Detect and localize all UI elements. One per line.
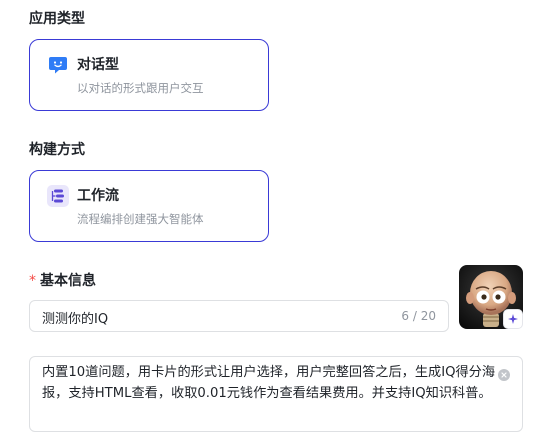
app-name-value: 测测你的IQ bbox=[42, 312, 109, 327]
app-description-textarea[interactable]: 内置10道问题，用卡片的形式让用户选择，用户完整回答之后，生成IQ得分海报，支持… bbox=[29, 356, 523, 432]
create-app-form: 应用类型 对话型 以对话的形式跟用户交互 构建方式 工作流 流程编排创建强大智能… bbox=[0, 0, 543, 438]
app-description-value: 内置10道问题，用卡片的形式让用户选择，用户完整回答之后，生成IQ得分海报，支持… bbox=[42, 365, 496, 401]
sparkle-icon bbox=[508, 314, 518, 324]
build-method-workflow-description: 流程编排创建强大智能体 bbox=[77, 212, 204, 226]
app-avatar-wrapper[interactable] bbox=[459, 265, 523, 329]
app-type-chat-description: 以对话的形式跟用户交互 bbox=[77, 81, 204, 95]
app-type-title: 应用类型 bbox=[29, 11, 85, 27]
clear-icon[interactable] bbox=[498, 369, 510, 381]
app-type-chat-title: 对话型 bbox=[77, 57, 119, 73]
app-name-input[interactable]: 测测你的IQ 6 / 20 bbox=[29, 300, 449, 332]
app-name-counter: 6 / 20 bbox=[401, 309, 436, 323]
build-method-workflow-card[interactable]: 工作流 流程编排创建强大智能体 bbox=[29, 170, 269, 242]
basic-info-label: 基本信息 bbox=[40, 273, 96, 289]
basic-info-title: * 基本信息 bbox=[29, 270, 96, 290]
app-type-chat-card[interactable]: 对话型 以对话的形式跟用户交互 bbox=[29, 39, 269, 111]
build-method-workflow-title: 工作流 bbox=[77, 188, 119, 204]
build-method-title: 构建方式 bbox=[29, 142, 85, 158]
workflow-icon bbox=[47, 185, 69, 207]
avatar-edit-button[interactable] bbox=[503, 309, 523, 329]
chat-bubble-icon bbox=[47, 54, 69, 76]
required-mark: * bbox=[29, 273, 36, 289]
